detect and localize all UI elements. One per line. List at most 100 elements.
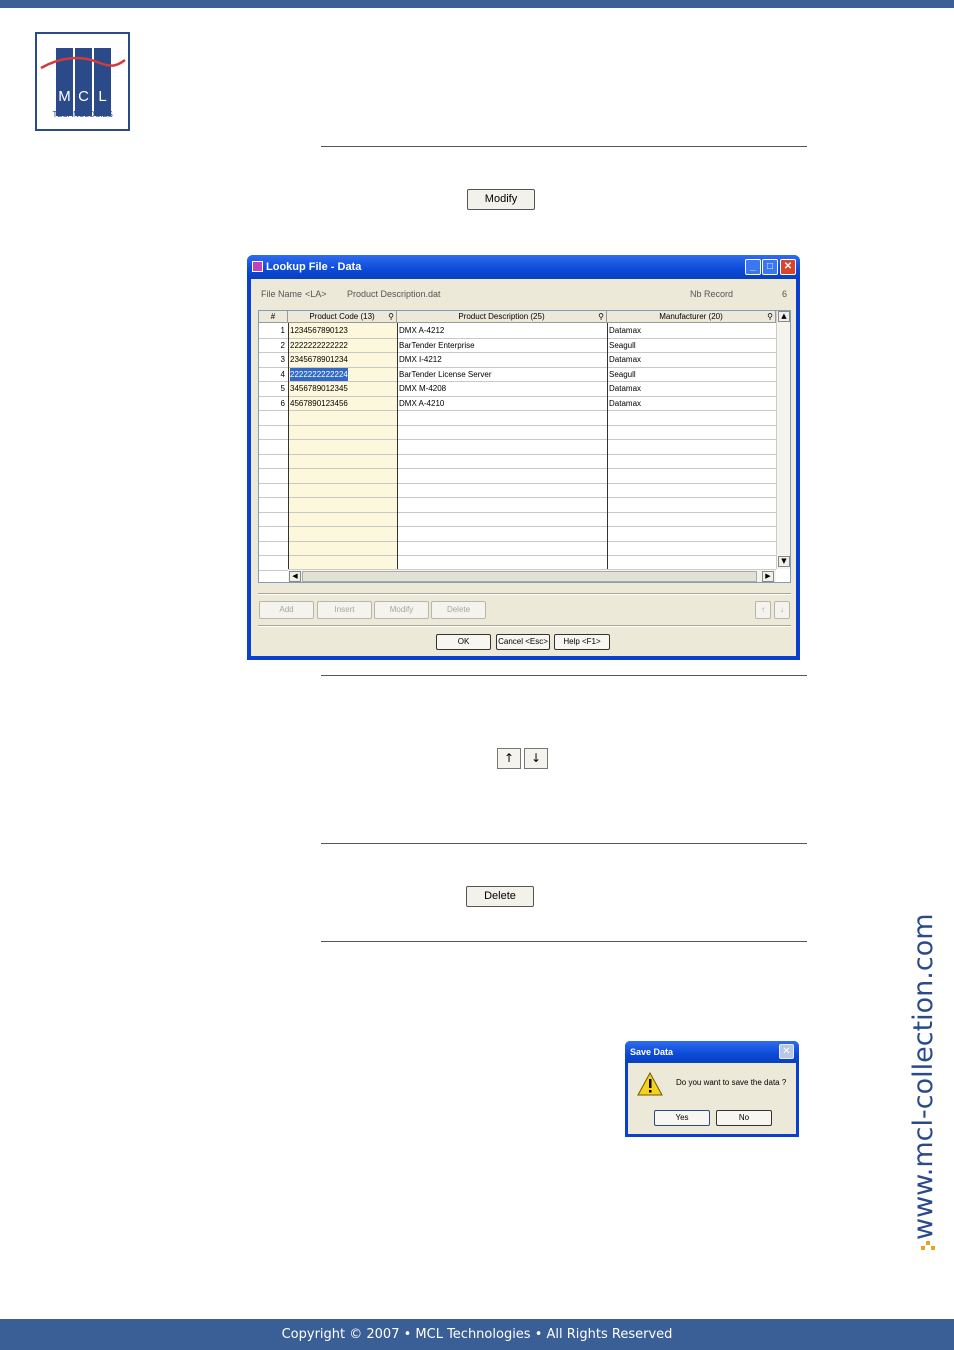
dots-icon xyxy=(921,1241,935,1250)
manufacturer-cell[interactable]: Datamax xyxy=(609,382,641,395)
cancel-button[interactable]: Cancel <Esc> xyxy=(496,634,550,650)
logo-letter: M xyxy=(58,88,71,105)
row-number-cell[interactable]: 2 xyxy=(261,339,285,352)
insert-button[interactable]: Insert xyxy=(317,601,372,619)
window-title: Lookup File - Data xyxy=(266,261,362,273)
mcl-logo: M C L TECHNOLOGIES xyxy=(35,32,130,131)
app-icon xyxy=(252,261,263,272)
row-divider xyxy=(259,526,776,527)
row-divider xyxy=(259,439,776,440)
row-number-cell[interactable]: 3 xyxy=(261,353,285,366)
help-button[interactable]: Help <F1> xyxy=(554,634,610,650)
manufacturer-cell[interactable]: Datamax xyxy=(609,397,641,410)
separator xyxy=(258,625,791,627)
scroll-down-icon[interactable]: ▼ xyxy=(778,556,790,567)
product-code-cell[interactable]: 1234567890123 xyxy=(290,324,348,337)
divider xyxy=(321,146,807,147)
manufacturer-cell[interactable]: Seagull xyxy=(609,339,636,352)
row-divider xyxy=(259,482,776,484)
product-description-cell[interactable]: DMX I-4212 xyxy=(399,353,442,366)
scroll-up-icon[interactable]: ▲ xyxy=(778,311,790,322)
down-arrow-button[interactable]: ↓ xyxy=(524,748,548,769)
manufacturer-cell[interactable]: Seagull xyxy=(609,368,636,381)
product-code-cell[interactable]: 3456789012345 xyxy=(290,382,348,395)
footer-copyright: Copyright © 2007 • MCL Technologies • Al… xyxy=(0,1319,954,1350)
row-divider xyxy=(259,424,776,426)
row-divider xyxy=(259,410,776,411)
column-header-product-description[interactable]: Product Description (25) ⚲ xyxy=(397,311,607,323)
file-name-value: Product Description.dat xyxy=(347,289,441,299)
divider xyxy=(321,941,807,942)
scroll-thumb[interactable] xyxy=(302,571,757,582)
product-code-cell[interactable]: 2222222222222 xyxy=(290,339,348,352)
logo-subtitle: TECHNOLOGIES xyxy=(52,110,113,119)
horizontal-scrollbar[interactable]: ◀ ▶ xyxy=(288,569,776,582)
column-divider xyxy=(607,323,608,569)
scroll-right-icon[interactable]: ▶ xyxy=(762,571,774,582)
column-divider xyxy=(288,323,289,569)
logo-letter: C xyxy=(78,88,89,105)
maximize-icon[interactable]: □ xyxy=(762,259,778,275)
product-description-cell[interactable]: BarTender License Server xyxy=(399,368,492,381)
row-divider xyxy=(259,511,776,513)
yes-button[interactable]: Yes xyxy=(654,1110,710,1126)
row-number-cell[interactable]: 1 xyxy=(261,324,285,337)
up-arrow-button[interactable]: ↑ xyxy=(497,748,521,769)
close-icon[interactable]: ✕ xyxy=(780,259,796,275)
modify-button[interactable]: Modify xyxy=(467,189,535,210)
file-name-label: File Name xyxy=(261,289,303,299)
logo-wave xyxy=(40,56,126,70)
move-down-icon[interactable]: ↓ xyxy=(774,601,790,619)
column-header-product-code[interactable]: Product Code (13) ⚲ xyxy=(288,311,397,323)
scroll-left-icon[interactable]: ◀ xyxy=(289,571,301,582)
row-divider xyxy=(259,453,776,455)
row-number-cell[interactable]: 6 xyxy=(261,397,285,410)
file-name-prefix: <LA> xyxy=(305,289,327,299)
product-description-cell[interactable]: BarTender Enterprise xyxy=(399,339,475,352)
minimize-icon[interactable]: _ xyxy=(745,259,761,275)
search-icon[interactable]: ⚲ xyxy=(388,311,394,323)
product-code-cell[interactable]: 2345678901234 xyxy=(290,353,348,366)
search-icon[interactable]: ⚲ xyxy=(598,311,604,323)
ok-button[interactable]: OK xyxy=(436,634,491,650)
product-description-cell[interactable]: DMX A-4212 xyxy=(399,324,444,337)
delete-row-button[interactable]: Delete xyxy=(431,601,486,619)
row-number-cell[interactable]: 4 xyxy=(261,368,285,381)
row-divider xyxy=(259,468,776,469)
vertical-scrollbar[interactable]: ▲ ▼ xyxy=(776,311,790,569)
modify-row-button[interactable]: Modify xyxy=(374,601,429,619)
column-header-manufacturer[interactable]: Manufacturer (20) ⚲ xyxy=(607,311,776,323)
add-button[interactable]: Add xyxy=(259,601,314,619)
row-divider xyxy=(259,555,776,556)
dialog-title: Save Data xyxy=(625,1041,799,1063)
website-url: www.mcl-collection.com xyxy=(908,913,939,1240)
divider xyxy=(321,675,807,676)
column-header-number[interactable]: # xyxy=(259,311,288,323)
dialog-client: Do you want to save the data ? Yes No xyxy=(628,1063,796,1134)
data-grid[interactable]: # Product Code (13) ⚲ Product Description… xyxy=(258,310,791,583)
search-icon[interactable]: ⚲ xyxy=(767,311,773,323)
delete-button[interactable]: Delete xyxy=(466,886,534,907)
manufacturer-cell[interactable]: Datamax xyxy=(609,353,641,366)
move-up-icon[interactable]: ↑ xyxy=(755,601,771,619)
row-number-cell[interactable]: 5 xyxy=(261,382,285,395)
window-client: File Name <LA> Product Description.dat N… xyxy=(251,279,796,656)
manufacturer-cell[interactable]: Datamax xyxy=(609,324,641,337)
separator xyxy=(258,593,791,595)
row-divider xyxy=(259,540,776,542)
nb-record-value: 6 xyxy=(782,289,788,299)
row-divider xyxy=(259,497,776,498)
dialog-message: Do you want to save the data ? xyxy=(676,1078,787,1087)
product-code-cell[interactable]: 2222222222224 xyxy=(290,367,348,381)
top-banner xyxy=(0,0,954,8)
close-icon[interactable]: ✕ xyxy=(779,1044,794,1059)
no-button[interactable]: No xyxy=(716,1110,772,1126)
lookup-file-window: Lookup File - Data _ □ ✕ File Name <LA> … xyxy=(247,255,800,660)
product-description-cell[interactable]: DMX M-4208 xyxy=(399,382,446,395)
product-code-cell[interactable]: 4567890123456 xyxy=(290,397,348,410)
divider xyxy=(321,843,807,844)
logo-letter: L xyxy=(98,88,107,105)
product-description-cell[interactable]: DMX A-4210 xyxy=(399,397,444,410)
save-data-dialog: Save Data ✕ Do you want to save the data… xyxy=(625,1041,799,1137)
column-divider xyxy=(397,323,398,569)
